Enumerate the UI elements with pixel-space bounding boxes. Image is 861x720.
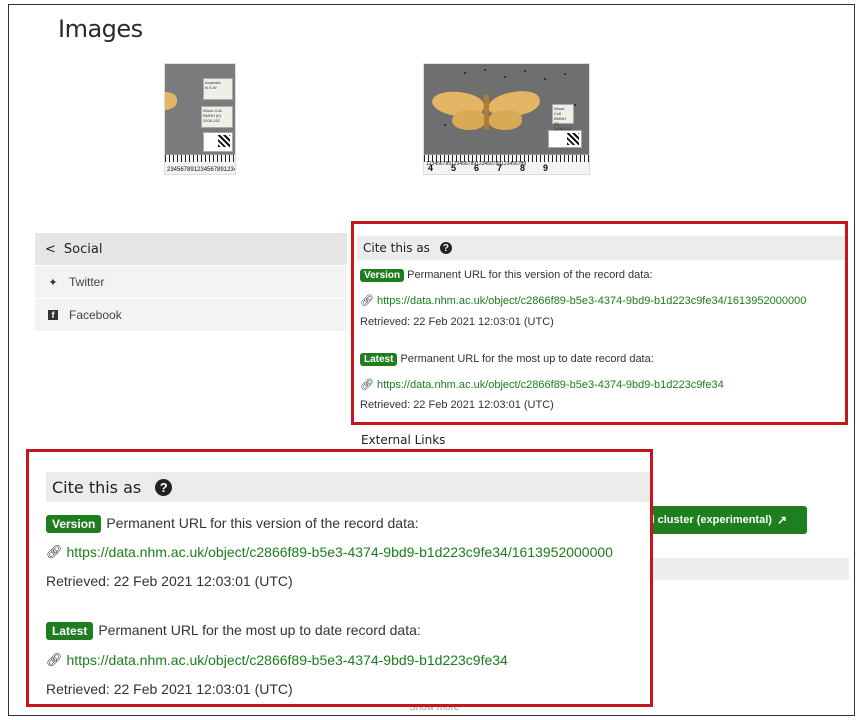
version-badge: Version (46, 515, 102, 533)
cite-panel-zoomed: Cite this as ? Version Permanent URL for … (26, 449, 653, 707)
version-url-row: 🔗︎ https://data.nhm.ac.uk/object/c2866f8… (46, 544, 613, 560)
latest-url-row: 🔗︎ https://data.nhm.ac.uk/object/c2866f8… (46, 652, 508, 668)
qr-label (203, 132, 233, 152)
latest-badge: Latest (46, 622, 94, 640)
specimen-label: Wood Coll. BMNH (E) 2008-152 (201, 106, 233, 128)
label-line: Wood Coll. (554, 106, 565, 116)
help-icon[interactable]: ? (155, 478, 173, 496)
label-line: N.S.W. (205, 85, 218, 90)
version-row: Version Permanent URL for this version of… (360, 269, 653, 282)
latest-row: Latest Permanent URL for the most up to d… (46, 622, 421, 640)
moth-body (484, 94, 489, 130)
link-icon: 🔗︎ (46, 652, 63, 667)
latest-description: Permanent URL for the most up to date re… (400, 353, 654, 365)
scale-ruler: 123456789123456789123456789123456789 456… (424, 154, 589, 174)
latest-row: Latest Permanent URL for the most up to d… (360, 353, 654, 366)
qr-code-icon (218, 135, 230, 147)
link-icon: 🔗︎ (360, 379, 374, 391)
cite-heading-label: Cite this as (52, 477, 142, 497)
ruler-numbers: 456789 (428, 163, 567, 173)
external-links-heading: External Links (361, 433, 446, 447)
latest-description: Permanent URL for the most up to date re… (98, 622, 421, 638)
external-link-icon: ↗ (776, 513, 787, 527)
version-badge: Version (360, 269, 405, 282)
section-divider (649, 558, 849, 580)
label-line: 2008-152 (203, 118, 220, 123)
social-item-label: Twitter (69, 275, 105, 289)
version-url-link[interactable]: https://data.nhm.ac.uk/object/c2866f89-b… (377, 295, 806, 307)
page-title: Images (58, 15, 143, 43)
specimen-image-1[interactable]: Australia N.S.W. Wood Coll. BMNH (E) 200… (164, 63, 236, 175)
cite-heading: Cite this as ? (46, 472, 650, 502)
version-url-row: 🔗︎ https://data.nhm.ac.uk/object/c2866f8… (360, 294, 806, 308)
latest-retrieved: Retrieved: 22 Feb 2021 12:03:01 (UTC) (360, 399, 554, 411)
link-icon: 🔗︎ (360, 295, 374, 307)
latest-badge: Latest (360, 353, 398, 366)
specimen-image-2[interactable]: Wood Coll. BMNH (E) 2008-152 12345678912… (423, 63, 590, 175)
help-icon[interactable]: ? (439, 242, 452, 254)
moth-wing (165, 92, 177, 110)
record-cluster-button[interactable]: rd cluster (experimental) ↗ (627, 506, 807, 534)
link-icon: 🔗︎ (46, 544, 63, 559)
version-retrieved: Retrieved: 22 Feb 2021 12:03:01 (UTC) (46, 573, 293, 589)
label-line: BMNH (E) (554, 116, 566, 126)
latest-retrieved: Retrieved: 22 Feb 2021 12:03:01 (UTC) (46, 681, 293, 697)
social-panel: < Social ✦ Twitter f Facebook (35, 233, 347, 331)
version-description: Permanent URL for this version of the re… (106, 515, 419, 531)
record-cluster-button-label: rd cluster (experimental) (643, 514, 772, 526)
social-item-twitter[interactable]: ✦ Twitter (35, 265, 347, 298)
specimen-label: Australia N.S.W. (203, 78, 233, 100)
version-retrieved: Retrieved: 22 Feb 2021 12:03:01 (UTC) (360, 316, 554, 328)
latest-url-row: 🔗︎ https://data.nhm.ac.uk/object/c2866f8… (360, 378, 724, 392)
social-heading: < Social (35, 233, 347, 265)
page-frame: Images Australia N.S.W. Wood Coll. BMNH … (8, 4, 855, 716)
twitter-icon: ✦ (48, 276, 58, 289)
latest-url-link[interactable]: https://data.nhm.ac.uk/object/c2866f89-b… (377, 379, 724, 391)
social-item-facebook[interactable]: f Facebook (35, 298, 347, 331)
cite-panel: Cite this as ? Version Permanent URL for … (351, 221, 848, 425)
scale-ruler: 234567891234567891234 (165, 154, 235, 174)
share-icon: < (45, 241, 56, 257)
latest-url-link[interactable]: https://data.nhm.ac.uk/object/c2866f89-b… (67, 652, 508, 668)
cite-heading-label: Cite this as (363, 241, 430, 255)
moth-specimen (430, 88, 542, 132)
ruler-numbers: 234567891234567891234 (167, 167, 236, 173)
cite-heading: Cite this as ? (357, 236, 845, 260)
qr-code-icon (567, 133, 579, 145)
social-heading-label: Social (63, 241, 103, 257)
specimen-label: Wood Coll. BMNH (E) 2008-152 (552, 104, 574, 131)
version-url-link[interactable]: https://data.nhm.ac.uk/object/c2866f89-b… (67, 544, 613, 560)
version-row: Version Permanent URL for this version of… (46, 515, 419, 533)
facebook-icon: f (46, 309, 60, 321)
version-description: Permanent URL for this version of the re… (407, 269, 653, 281)
ruler-ticks (165, 155, 235, 162)
moth-wing (452, 110, 486, 130)
qr-label (548, 130, 582, 148)
social-item-label: Facebook (69, 308, 122, 322)
moth-wing (488, 110, 522, 130)
